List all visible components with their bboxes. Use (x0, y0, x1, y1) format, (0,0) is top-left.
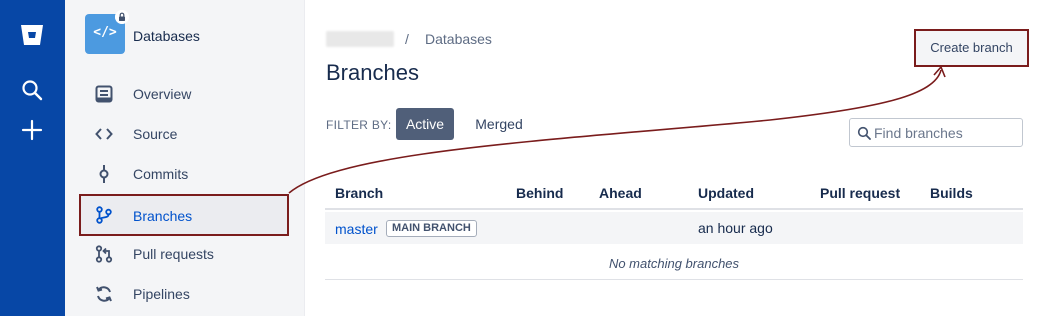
sidebar-item-source[interactable]: Source (79, 116, 289, 152)
commits-icon (99, 165, 109, 183)
sidebar-item-label: Branches (133, 208, 193, 224)
lock-icon (115, 10, 129, 24)
global-nav (0, 0, 65, 316)
column-header-branch[interactable]: Branch (335, 185, 383, 201)
empty-state-row: No matching branches (325, 244, 1023, 280)
sidebar-item-overview[interactable]: Overview (79, 76, 289, 112)
breadcrumb-separator: / (405, 31, 409, 47)
plus-icon[interactable] (20, 118, 44, 142)
search-icon[interactable] (20, 78, 44, 102)
overview-icon (95, 85, 113, 103)
empty-message: No matching branches (608, 256, 740, 271)
search-input[interactable] (874, 124, 1019, 142)
sidebar-item-label: Source (133, 126, 178, 142)
bitbucket-logo-icon[interactable] (19, 22, 45, 48)
filter-label: FILTER BY: (326, 118, 392, 132)
sidebar-item-label: Pipelines (133, 286, 190, 302)
page-title: Branches (326, 60, 419, 85)
pull-requests-icon (95, 245, 113, 263)
repo-name[interactable]: Databases (133, 28, 200, 44)
column-header-updated[interactable]: Updated (698, 185, 754, 201)
sidebar-item-label: Commits (133, 166, 189, 182)
table-header: Branch Behind Ahead Updated Pull request… (325, 180, 1023, 210)
filter-active-button[interactable]: Active (396, 108, 454, 140)
branch-link[interactable]: master (335, 221, 378, 237)
column-header-pull-request: Pull request (820, 185, 901, 201)
updated-time: an hour ago (698, 220, 773, 236)
breadcrumb-redacted[interactable] (326, 31, 394, 47)
filter-merged-button[interactable]: Merged (468, 108, 530, 140)
repo-avatar[interactable]: </> (85, 10, 129, 54)
sidebar-item-commits[interactable]: Commits (79, 156, 289, 192)
sidebar-item-branches[interactable]: Branches (79, 194, 289, 236)
breadcrumb-repo-link[interactable]: Databases (425, 31, 492, 47)
branches-icon (96, 206, 112, 224)
column-header-builds: Builds (930, 185, 973, 201)
table-row[interactable]: master MAIN BRANCH an hour ago (325, 212, 1023, 244)
sidebar-item-pipelines[interactable]: Pipelines (79, 276, 289, 312)
sidebar-item-label: Pull requests (133, 246, 214, 262)
find-branches-search[interactable] (849, 118, 1023, 147)
create-branch-button[interactable]: Create branch (914, 29, 1029, 67)
pipelines-icon (96, 286, 112, 302)
code-icon: </> (93, 25, 117, 40)
sidebar-item-label: Overview (133, 86, 192, 102)
project-sidebar: </> Databases Overview Source Commits Br… (65, 0, 305, 316)
column-header-ahead[interactable]: Ahead (599, 185, 642, 201)
sidebar-item-pull-requests[interactable]: Pull requests (79, 236, 289, 272)
main-branch-badge: MAIN BRANCH (386, 220, 477, 237)
search-icon (857, 126, 871, 140)
source-icon (95, 128, 113, 140)
column-header-behind[interactable]: Behind (516, 185, 563, 201)
